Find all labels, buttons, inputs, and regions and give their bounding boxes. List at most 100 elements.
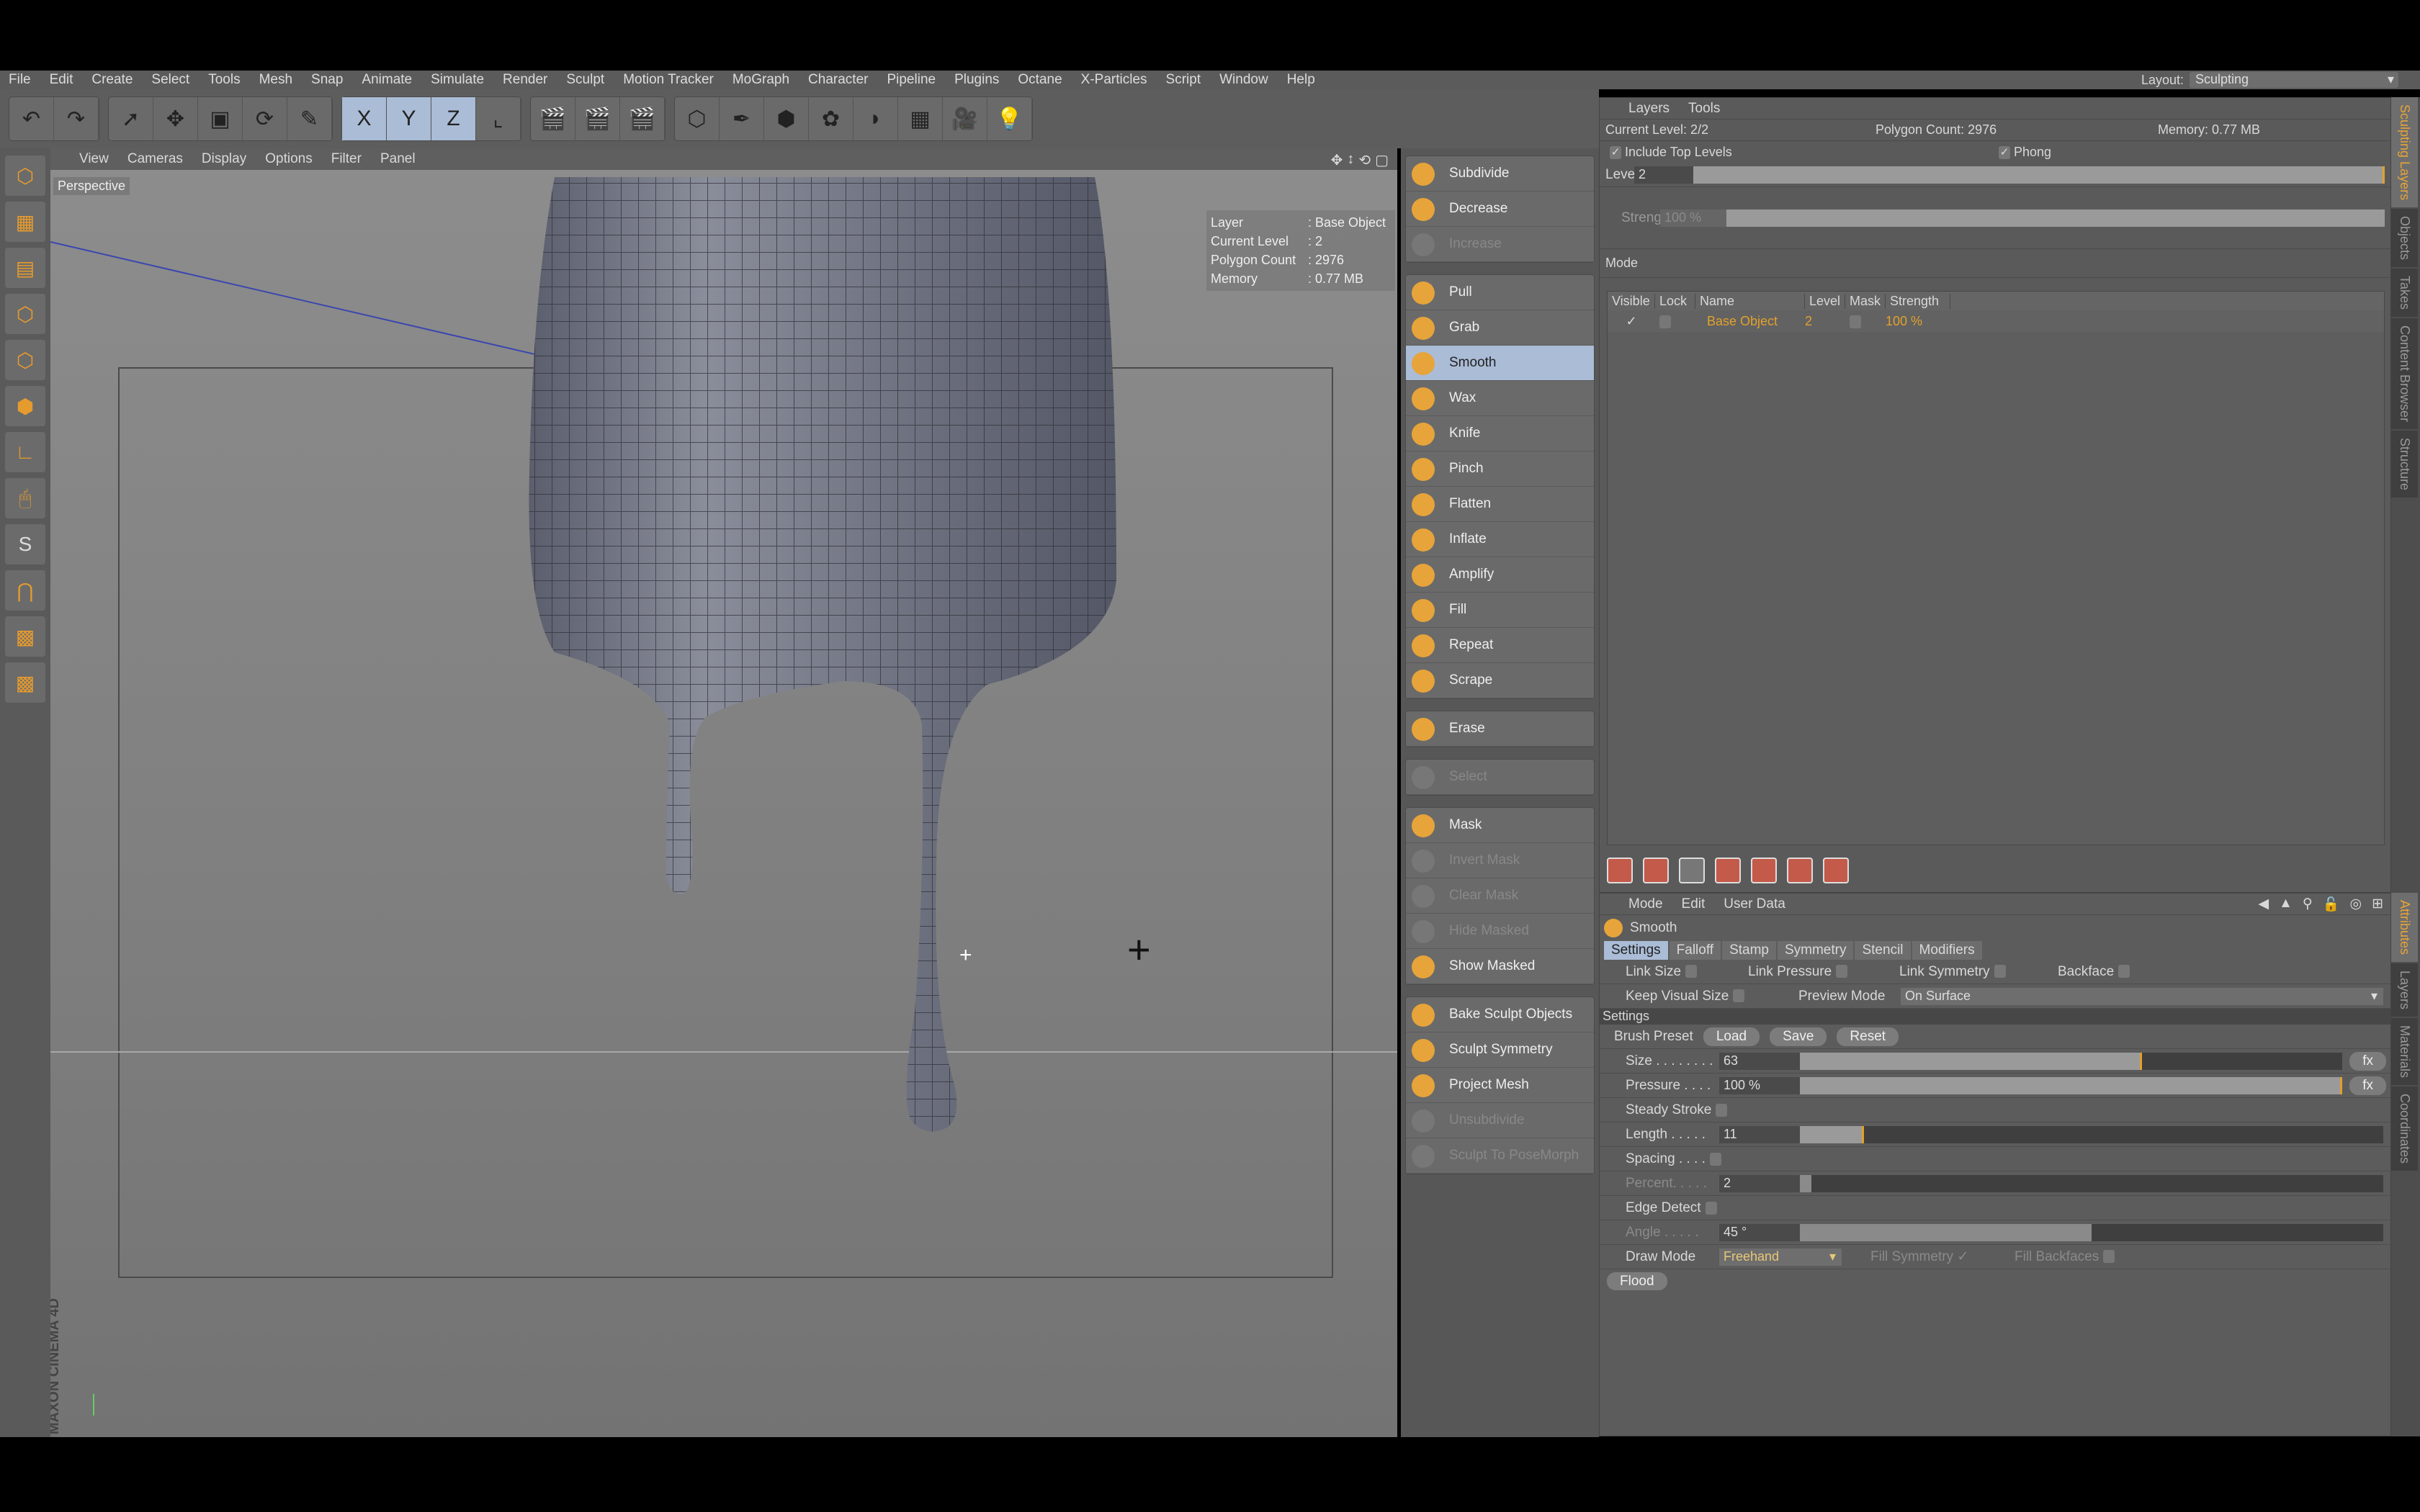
menu-plugins[interactable]: Plugins [954, 72, 999, 88]
tool-grab[interactable]: Grab [1406, 310, 1594, 346]
level-input[interactable]: 2 [1634, 166, 1693, 184]
side-tab-objects[interactable]: Objects [2391, 209, 2418, 268]
menu-mesh[interactable]: Mesh [259, 72, 292, 88]
menu-octane[interactable]: Octane [1018, 72, 1062, 88]
menu-sculpt[interactable]: Sculpt [566, 72, 604, 88]
level-slider[interactable] [1693, 166, 2385, 184]
tool-pull[interactable]: Pull [1406, 275, 1594, 310]
rotate-icon[interactable]: ⟳ [243, 97, 287, 140]
length-input[interactable]: 11 [1719, 1125, 1800, 1143]
undo-icon[interactable]: ↶ [9, 97, 54, 140]
texture-mode-icon[interactable]: ▦ [5, 202, 45, 242]
workplane-align-icon[interactable]: ▩ [5, 662, 45, 703]
preview-mode-dropdown[interactable]: On Surface ▾ [1901, 987, 2383, 1005]
render-picture-viewer-icon[interactable]: 🎬 [575, 97, 620, 140]
menu-simulate[interactable]: Simulate [431, 72, 484, 88]
column-mask[interactable]: Mask [1845, 293, 1886, 309]
menu-window[interactable]: Window [1219, 72, 1268, 88]
tool-pinch[interactable]: Pinch [1406, 451, 1594, 487]
draw-mode-dropdown[interactable]: Freehand ▾ [1719, 1248, 1842, 1266]
tab-falloff[interactable]: Falloff [1669, 941, 1721, 960]
side-tab-structure[interactable]: Structure [2391, 431, 2418, 498]
y-axis-icon[interactable]: Y [387, 97, 431, 140]
side-tab-coordinates[interactable]: Coordinates [2391, 1086, 2418, 1171]
load-button[interactable]: Load [1703, 1027, 1760, 1046]
spacing-check[interactable] [1709, 1152, 1721, 1166]
subdivision-icon[interactable]: ⬢ [764, 97, 809, 140]
select-icon[interactable]: ➚ [109, 97, 153, 140]
layout-dropdown[interactable]: Sculpting ▾ [2190, 72, 2398, 88]
tool-subdivide[interactable]: Subdivide [1406, 156, 1594, 192]
menu-motion-tracker[interactable]: Motion Tracker [623, 72, 714, 88]
pen-icon[interactable]: ✒ [720, 97, 764, 140]
cube-icon[interactable]: ⬡ [675, 97, 720, 140]
menu-user-data[interactable]: User Data [1724, 896, 1785, 912]
save-button[interactable]: Save [1770, 1027, 1827, 1046]
clear-layer-icon[interactable] [1715, 858, 1741, 883]
fx-button[interactable]: fx [2349, 1051, 2386, 1071]
tool-mask[interactable]: Mask [1406, 808, 1594, 843]
size-slider[interactable] [1800, 1052, 2343, 1070]
edge-detect-check[interactable] [1705, 1201, 1717, 1215]
move-icon[interactable]: ✥ [153, 97, 198, 140]
side-tab-layers[interactable]: Layers [2391, 963, 2418, 1017]
tool-erase[interactable]: Erase [1406, 711, 1594, 747]
side-tab-takes[interactable]: Takes [2391, 269, 2418, 318]
tab-layers[interactable]: Layers [1628, 101, 1670, 117]
lock-checkbox[interactable] [1655, 314, 1695, 329]
coordinate-system-icon[interactable]: ⌞ [476, 97, 521, 140]
menu-character[interactable]: Character [808, 72, 868, 88]
deformer-icon[interactable]: ◗ [853, 97, 898, 140]
menu-mode[interactable]: Mode [1628, 896, 1663, 912]
mask-checkbox[interactable] [1845, 314, 1886, 329]
tool-amplify[interactable]: Amplify [1406, 557, 1594, 593]
length-slider[interactable] [1800, 1125, 2383, 1143]
menu-render[interactable]: Render [503, 72, 547, 88]
column-name[interactable]: Name [1695, 293, 1805, 309]
search-icon[interactable]: ⚲ [2303, 896, 2313, 913]
side-tab-attributes[interactable]: Attributes [2391, 893, 2418, 963]
floor-icon[interactable]: ▦ [898, 97, 943, 140]
link-symmetry-checkbox[interactable]: Link Symmetry [1899, 964, 2058, 980]
fx-button[interactable]: fx [2349, 1076, 2386, 1095]
side-tab-materials[interactable]: Materials [2391, 1018, 2418, 1086]
x-axis-icon[interactable]: X [342, 97, 387, 140]
link-pressure-checkbox[interactable]: Link Pressure [1748, 964, 1899, 980]
tool-show-masked[interactable]: Show Masked [1406, 949, 1594, 984]
menu-edit[interactable]: Edit [50, 72, 73, 88]
render-settings-icon[interactable]: 🎬 [620, 97, 665, 140]
link-size-checkbox[interactable]: Link Size [1626, 964, 1748, 980]
back-arrow-icon[interactable]: ◀ [2258, 896, 2269, 913]
tool-flatten[interactable]: Flatten [1406, 487, 1594, 522]
menu-tools[interactable]: Tools [208, 72, 240, 88]
table-row[interactable]: ✓ Base Object 2 100 % [1608, 310, 2384, 332]
tab-modifiers[interactable]: Modifiers [1912, 941, 1982, 960]
tool-repeat[interactable]: Repeat [1406, 628, 1594, 663]
menu-x-particles[interactable]: X-Particles [1081, 72, 1147, 88]
cloner-icon[interactable]: ✿ [809, 97, 853, 140]
keep-visual-size-checkbox[interactable]: Keep Visual Size [1626, 989, 1798, 1004]
tool-inflate[interactable]: Inflate [1406, 522, 1594, 557]
tab-stamp[interactable]: Stamp [1722, 941, 1776, 960]
pressure-slider[interactable] [1800, 1076, 2343, 1094]
bake-layer-icon[interactable] [1787, 858, 1813, 883]
side-tab-content-browser[interactable]: Content Browser [2391, 318, 2418, 430]
backface-checkbox[interactable]: Backface [2058, 964, 2130, 980]
delete-layer-icon[interactable] [1679, 858, 1705, 883]
snap-icon[interactable]: S [5, 524, 45, 564]
collapse-layer-icon[interactable] [1823, 858, 1849, 883]
up-arrow-icon[interactable]: ▲ [2279, 896, 2293, 913]
tab-tools[interactable]: Tools [1688, 101, 1720, 117]
column-strength[interactable]: Strength [1886, 293, 1950, 309]
add-layer-icon[interactable] [1607, 858, 1633, 883]
tool-fill[interactable]: Fill [1406, 593, 1594, 628]
column-visible[interactable]: Visible [1608, 293, 1655, 309]
light-icon[interactable]: 💡 [987, 97, 1032, 140]
lock-workplane-icon[interactable]: ▩ [5, 616, 45, 657]
phong-checkbox[interactable]: ✓ Phong [1994, 145, 2051, 160]
scale-icon[interactable]: ▣ [198, 97, 243, 140]
sculpt-brush-icon[interactable]: ✎ [287, 97, 332, 140]
redo-icon[interactable]: ↷ [54, 97, 99, 140]
pressure-input[interactable]: 100 % [1719, 1076, 1800, 1094]
column-level[interactable]: Level [1805, 293, 1845, 309]
